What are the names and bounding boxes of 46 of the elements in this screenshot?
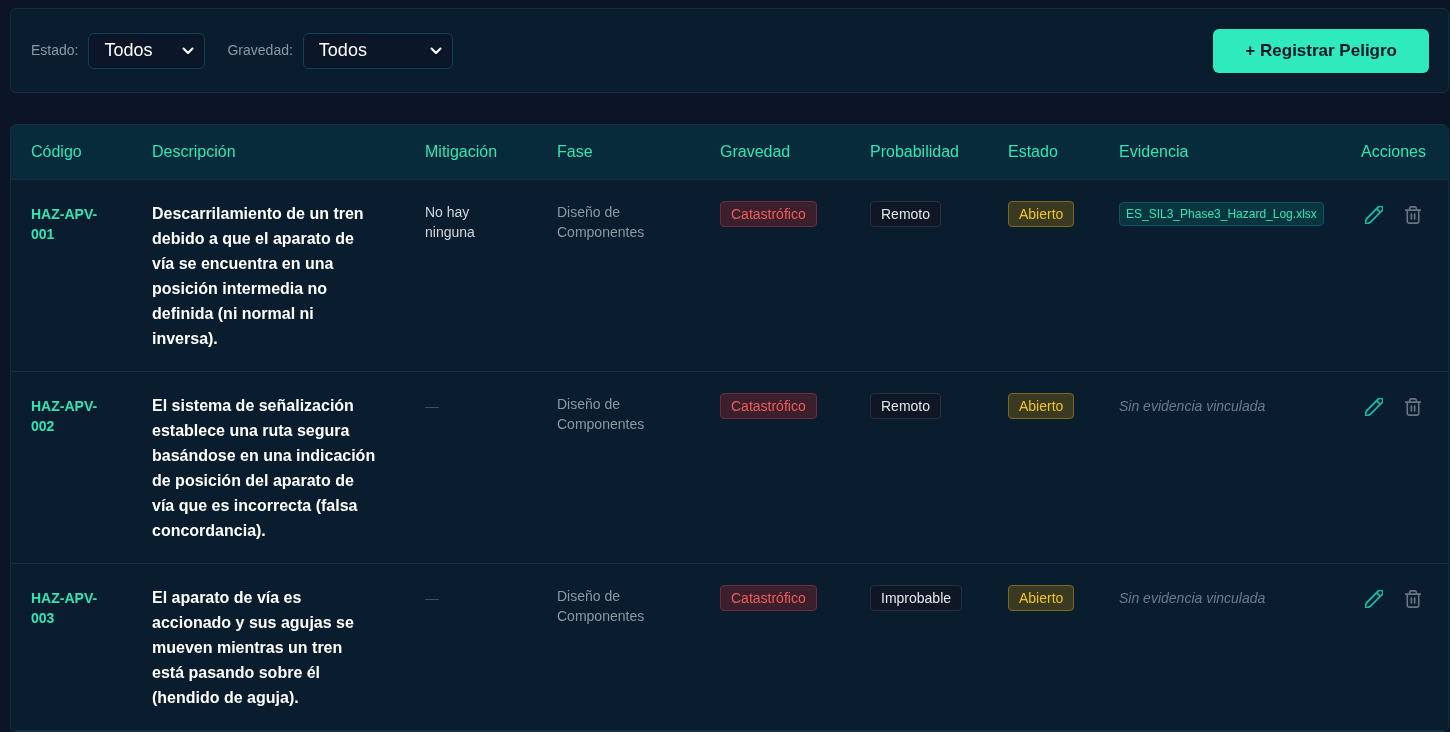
filter-select[interactable]: Todos: [302, 32, 453, 69]
column-header: Mitigación: [425, 143, 498, 160]
filter-label: Estado:: [31, 41, 79, 60]
chevron-down-icon: [429, 46, 442, 55]
severity-badge: Catastrófico: [720, 585, 817, 611]
no-evidence-text: Sin evidencia vinculada: [1119, 589, 1266, 608]
mitigation-text: No hay ninguna: [425, 203, 476, 242]
column-header: Probabilidad: [870, 143, 959, 160]
hazard-code: HAZ-APV-002: [31, 397, 99, 436]
register-hazard-button[interactable]: + Registrar Peligro: [1213, 28, 1429, 73]
phase-text: Diseño de Componentes: [557, 587, 646, 626]
pencil-icon[interactable]: [1365, 206, 1383, 224]
status-badge: Abierto: [1008, 393, 1075, 419]
filter-select[interactable]: Todos: [88, 32, 206, 69]
pencil-icon[interactable]: [1365, 590, 1383, 608]
trash-icon[interactable]: [1405, 398, 1421, 416]
status-badge: Abierto: [1008, 585, 1075, 611]
empty-dash: —: [425, 589, 439, 608]
no-evidence-text: Sin evidencia vinculada: [1119, 397, 1266, 416]
probability-badge: Remoto: [870, 201, 942, 227]
column-header: Descripción: [152, 143, 236, 160]
trash-icon[interactable]: [1405, 590, 1421, 608]
hazard-description: El aparato de vía es accionado y sus agujas se mueven mientras un tren está pasando sobre él (hendido de aguja).: [152, 588, 355, 708]
probability-badge: Remoto: [870, 393, 942, 419]
column-header: Estado: [1008, 143, 1058, 160]
phase-text: Diseño de Componentes: [557, 395, 646, 434]
hazard-description: Descarrilamiento de un tren debido a que el aparato de vía se encuentra en una posición intermedia no definida (ni normal ni inversa).: [152, 204, 365, 349]
chevron-down-icon: [182, 46, 195, 55]
empty-dash: —: [425, 397, 439, 416]
trash-icon[interactable]: [1405, 206, 1421, 224]
column-header: Gravedad: [720, 143, 791, 160]
probability-badge: Improbable: [870, 585, 963, 611]
column-header: Evidencia: [1119, 143, 1189, 160]
severity-badge: Catastrófico: [720, 201, 817, 227]
hazard-code: HAZ-APV-003: [31, 589, 99, 628]
hazard-description: El sistema de señalización establece una ruta segura basándose en una indicación de posición del aparato de vía que es incorrecta (falsa concordancia).: [152, 396, 376, 541]
column-header: Código: [31, 143, 82, 160]
column-header: Fase: [557, 143, 593, 160]
pencil-icon[interactable]: [1365, 398, 1383, 416]
filter-label: Gravedad:: [227, 41, 293, 60]
status-badge: Abierto: [1008, 201, 1075, 227]
hazard-code: HAZ-APV-001: [31, 205, 99, 244]
evidence-file-link[interactable]: ES_SIL3_Phase3_Hazard_Log.xlsx: [1119, 202, 1324, 226]
column-header: Acciones: [1361, 143, 1426, 160]
severity-badge: Catastrófico: [720, 393, 817, 419]
phase-text: Diseño de Componentes: [557, 203, 646, 242]
